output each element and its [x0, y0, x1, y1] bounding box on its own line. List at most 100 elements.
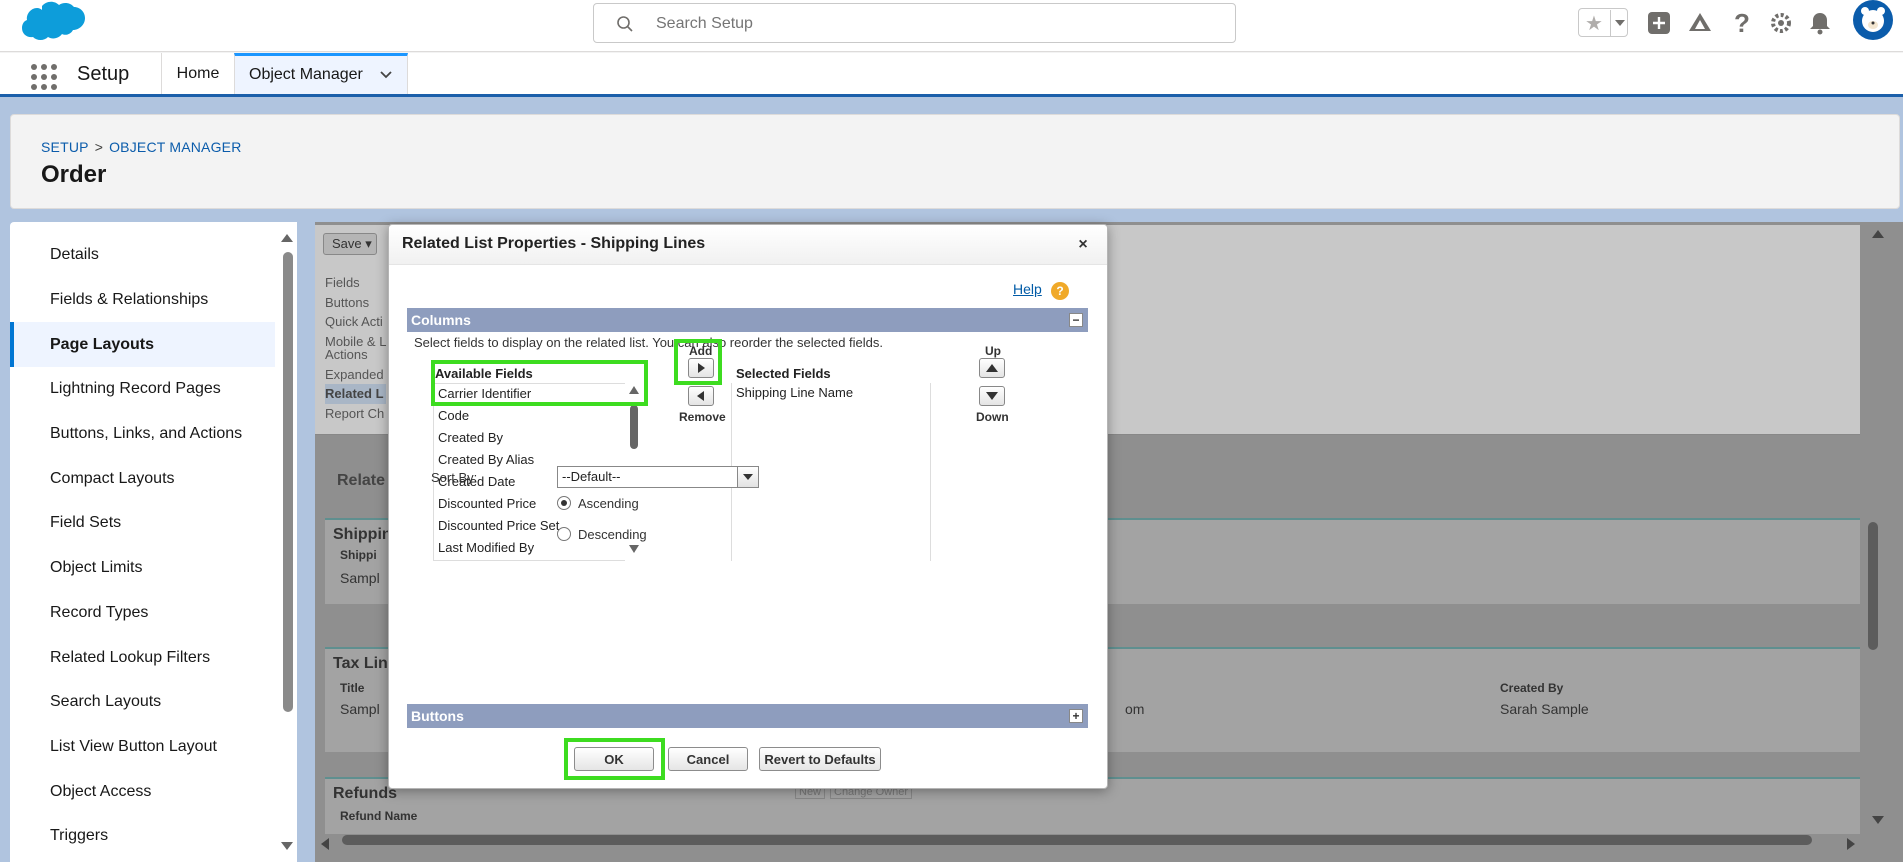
- sidebar-item-object-access[interactable]: Object Access: [10, 769, 275, 814]
- up-arrow-icon: [986, 364, 998, 372]
- sidebar-item-search-layouts[interactable]: Search Layouts: [10, 680, 275, 725]
- sidebar-item-buttons-links-actions[interactable]: Buttons, Links, and Actions: [10, 412, 275, 457]
- salesforce-logo[interactable]: [12, 0, 86, 48]
- chevron-down-icon[interactable]: [379, 68, 393, 82]
- tab-home[interactable]: Home: [161, 53, 234, 94]
- remove-button[interactable]: [688, 386, 714, 406]
- collapse-icon[interactable]: −: [1069, 313, 1083, 327]
- content-horizontal-scroll-thumb[interactable]: [342, 835, 1812, 845]
- sort-by-select[interactable]: --Default--: [557, 466, 759, 488]
- list-item[interactable]: Shipping Line Name: [732, 383, 930, 403]
- sidebar-item-list-view-button-layout[interactable]: List View Button Layout: [10, 725, 275, 770]
- global-actions-icon[interactable]: [1645, 9, 1673, 37]
- breadcrumb: SETUP > OBJECT MANAGER: [41, 139, 242, 155]
- tab-object-manager[interactable]: Object Manager: [234, 53, 408, 94]
- sidebar-item-related-lookup-filters[interactable]: Related Lookup Filters: [10, 635, 275, 680]
- chevron-down-icon[interactable]: [737, 466, 759, 488]
- notification-bell-icon[interactable]: [1806, 9, 1834, 37]
- app-launcher-icon[interactable]: [30, 63, 58, 91]
- search-input[interactable]: [654, 12, 1214, 36]
- sort-by-value: --Default--: [562, 469, 621, 484]
- scroll-left-arrow-icon[interactable]: [319, 837, 331, 851]
- page-title: Order: [41, 161, 107, 188]
- sidebar-item-record-types[interactable]: Record Types: [10, 591, 275, 636]
- help-icon[interactable]: ?: [1051, 282, 1069, 300]
- list-item[interactable]: Created By: [434, 428, 625, 450]
- scroll-up-arrow-icon[interactable]: [628, 385, 640, 395]
- ok-button[interactable]: OK: [574, 747, 654, 771]
- revert-to-defaults-button[interactable]: Revert to Defaults: [759, 747, 881, 771]
- scroll-down-arrow-icon[interactable]: [628, 544, 640, 554]
- gear-icon[interactable]: [1767, 9, 1795, 37]
- sidebar-item-triggers[interactable]: Triggers: [10, 814, 275, 859]
- content-vertical-scroll-thumb[interactable]: [1868, 522, 1878, 650]
- global-header: ★ ?: [0, 0, 1903, 52]
- help-link[interactable]: Help: [1013, 281, 1042, 297]
- scroll-up-arrow-icon[interactable]: [1871, 228, 1885, 240]
- scroll-up-arrow-icon[interactable]: [280, 232, 294, 244]
- palette-item[interactable]: Report Ch: [325, 404, 386, 424]
- column-header: Shippi: [340, 548, 377, 562]
- table-cell: om: [1125, 701, 1145, 717]
- star-icon[interactable]: ★: [1581, 11, 1607, 35]
- breadcrumb-setup[interactable]: SETUP: [41, 139, 89, 155]
- app-name: Setup: [77, 63, 130, 85]
- sidebar-item-field-sets[interactable]: Field Sets: [10, 501, 275, 546]
- sidebar-item-lightning-record-pages[interactable]: Lightning Record Pages: [10, 367, 275, 412]
- buttons-section-title: Buttons: [411, 708, 464, 724]
- descending-radio[interactable]: [557, 527, 571, 541]
- sidebar-item-compact-layouts[interactable]: Compact Layouts: [10, 456, 275, 501]
- favorites-dropdown-icon[interactable]: [1610, 10, 1628, 36]
- sidebar-item-page-layouts[interactable]: Page Layouts: [10, 322, 275, 368]
- sidebar-item-details[interactable]: Details: [10, 233, 275, 278]
- close-icon[interactable]: ×: [1074, 236, 1092, 254]
- palette-item[interactable]: Buttons: [325, 293, 386, 313]
- scroll-right-arrow-icon[interactable]: [1845, 837, 1857, 851]
- palette-item[interactable]: Fields: [325, 273, 386, 293]
- breadcrumb-object-manager[interactable]: OBJECT MANAGER: [109, 139, 241, 155]
- dialog-title: Related List Properties - Shipping Lines: [402, 235, 706, 252]
- palette-item[interactable]: Expanded: [325, 365, 386, 385]
- related-list-properties-dialog: Related List Properties - Shipping Lines…: [388, 224, 1108, 789]
- available-fields-scroll-thumb[interactable]: [630, 405, 638, 449]
- move-down-button[interactable]: [979, 386, 1005, 406]
- add-label: Add: [689, 344, 713, 358]
- selected-fields-label: Selected Fields: [736, 366, 831, 381]
- sidebar-item-object-limits[interactable]: Object Limits: [10, 546, 275, 591]
- scroll-down-arrow-icon[interactable]: [1871, 814, 1885, 826]
- sidebar: Details Fields & Relationships Page Layo…: [10, 222, 297, 862]
- left-arrow-icon: [697, 391, 704, 401]
- trailhead-icon[interactable]: [1686, 9, 1714, 37]
- expand-icon[interactable]: +: [1069, 709, 1083, 723]
- up-label: Up: [985, 344, 1001, 358]
- sidebar-item-fields-relationships[interactable]: Fields & Relationships: [10, 278, 275, 323]
- favorites-group[interactable]: ★: [1578, 8, 1628, 37]
- help-icon[interactable]: ?: [1728, 8, 1756, 38]
- page-header: SETUP > OBJECT MANAGER Order: [10, 114, 1900, 209]
- search-icon: [617, 16, 633, 32]
- sidebar-scroll-thumb[interactable]: [283, 252, 293, 712]
- sidebar-scrollbar[interactable]: [280, 232, 294, 852]
- tab-object-manager-label: Object Manager: [249, 66, 363, 83]
- move-up-button[interactable]: [979, 358, 1005, 378]
- scroll-down-arrow-icon[interactable]: [280, 840, 294, 852]
- avatar[interactable]: [1853, 0, 1893, 40]
- palette-item[interactable]: Related L: [325, 384, 387, 404]
- palette-categories: Fields Buttons Quick Acti Mobile & L Act…: [325, 273, 387, 424]
- ascending-radio[interactable]: [557, 496, 571, 510]
- palette-item[interactable]: Quick Acti: [325, 312, 386, 332]
- columns-section-header[interactable]: Columns −: [407, 308, 1088, 332]
- search-box[interactable]: [593, 3, 1236, 43]
- section-title: Tax Lin: [333, 655, 388, 672]
- list-item[interactable]: Carrier Identifier: [434, 384, 625, 406]
- remove-label: Remove: [679, 410, 726, 424]
- column-header: Title: [340, 681, 365, 695]
- save-button[interactable]: Save ▾: [323, 233, 377, 255]
- add-button[interactable]: [688, 358, 714, 378]
- list-item[interactable]: Code: [434, 406, 625, 428]
- right-arrow-icon: [698, 363, 705, 373]
- available-fields-label: Available Fields: [435, 366, 533, 381]
- cancel-button[interactable]: Cancel: [668, 747, 748, 771]
- buttons-section-header[interactable]: Buttons +: [407, 704, 1088, 728]
- selected-fields-list[interactable]: Shipping Line Name: [731, 383, 931, 561]
